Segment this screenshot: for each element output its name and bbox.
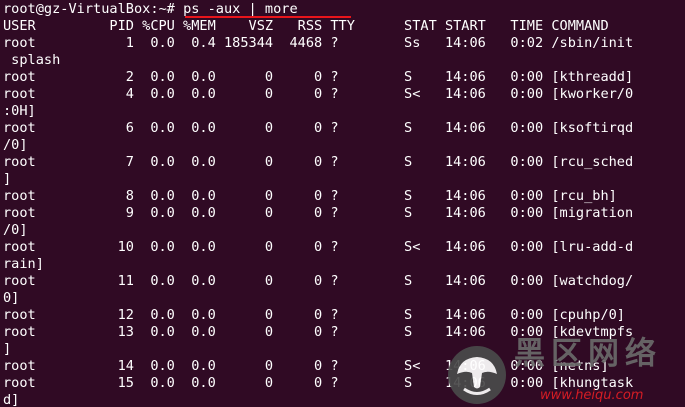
watermark-brand: 黑区网络 xyxy=(514,336,662,372)
output-line: root 7 0.0 0.0 0 0 ? S 14:06 0:00 [rcu_s… xyxy=(3,154,634,170)
site-watermark: 黑区网络 www.heiqu.com xyxy=(448,336,683,407)
typed-command: ps -aux | more xyxy=(183,1,298,17)
shell-prompt: root@gz-VirtualBox:~# xyxy=(3,1,184,17)
output-line: root 4 0.0 0.0 0 0 ? S< 14:06 0:00 [kwor… xyxy=(3,86,634,102)
column-header: USER PID %CPU %MEM VSZ RSS TTY STAT STAR… xyxy=(3,18,609,34)
mushroom-logo-icon xyxy=(448,346,506,404)
watermark-site: www.heiqu.com xyxy=(540,388,644,403)
output-line: /0] xyxy=(3,137,28,153)
output-line: root 9 0.0 0.0 0 0 ? S 14:06 0:00 [migra… xyxy=(3,205,634,221)
output-line: splash xyxy=(3,52,61,68)
output-line: rain] xyxy=(3,256,44,272)
output-line: root 10 0.0 0.0 0 0 ? S< 14:06 0:00 [lru… xyxy=(3,239,634,255)
output-line: root 11 0.0 0.0 0 0 ? S 14:06 0:00 [watc… xyxy=(3,273,634,289)
red-underline-annotation xyxy=(185,16,351,18)
output-line: :0H] xyxy=(3,103,36,119)
output-line: 0] xyxy=(3,290,20,306)
output-line: root 1 0.0 0.4 185344 4468 ? Ss 14:06 0:… xyxy=(3,35,634,51)
terminal-window[interactable]: root@gz-VirtualBox:~# ps -aux | more USE… xyxy=(0,0,685,407)
output-line: root 6 0.0 0.0 0 0 ? S 14:06 0:00 [ksoft… xyxy=(3,120,634,136)
prompt-line: root@gz-VirtualBox:~# ps -aux | more xyxy=(3,1,685,18)
output-line: /0] xyxy=(3,222,28,238)
output-line: root 2 0.0 0.0 0 0 ? S 14:06 0:00 [kthre… xyxy=(3,69,634,85)
output-line: ] xyxy=(3,171,12,187)
output-line: root 8 0.0 0.0 0 0 ? S 14:06 0:00 [rcu_b… xyxy=(3,188,617,204)
output-line: root 12 0.0 0.0 0 0 ? S 14:06 0:00 [cpuh… xyxy=(3,307,625,323)
